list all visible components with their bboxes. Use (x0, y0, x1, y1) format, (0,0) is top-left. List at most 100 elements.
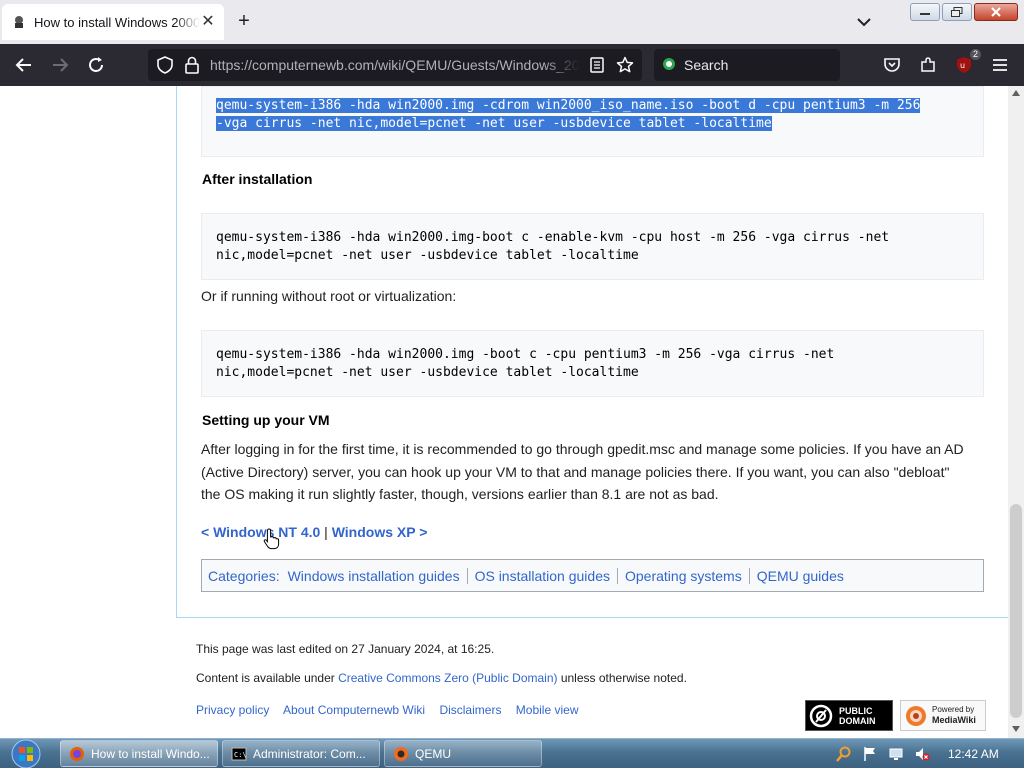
license-prefix: Content is available under (196, 671, 339, 685)
lock-icon[interactable] (184, 56, 200, 74)
about-link[interactable]: About Computernewb Wiki (283, 703, 425, 717)
start-button[interactable] (4, 739, 48, 768)
puzzle-icon (921, 57, 935, 72)
license-link[interactable]: Creative Commons Zero (Public Domain) (338, 671, 557, 685)
install-command-line-2[interactable]: -vga cirrus -net nic,model=pcnet -net us… (216, 116, 772, 131)
window-controls (910, 3, 1018, 21)
category-separator (466, 567, 468, 584)
taskbar-firefox-label: How to install Windo... (91, 746, 210, 761)
install-command-codeblock[interactable]: qemu-system-i386 -hda win2000.img -cdrom… (201, 86, 984, 157)
taskbar-firefox[interactable]: How to install Windo... (60, 740, 218, 767)
volume-muted-icon[interactable] (914, 746, 930, 762)
search-bar[interactable]: Search (654, 49, 840, 81)
nav-separator: | (324, 524, 328, 540)
reload-icon (89, 57, 103, 72)
public-domain-icon (809, 704, 833, 727)
url-text[interactable]: https://computernewb.com/wiki/QEMU/Guest… (210, 57, 580, 73)
forward-button[interactable] (49, 54, 71, 76)
minimize-icon (920, 13, 930, 15)
category-separator (617, 567, 618, 584)
categories-label[interactable]: Categories: (208, 568, 280, 584)
pocket-icon (884, 58, 900, 72)
menu-button[interactable] (989, 54, 1011, 76)
badge-mw-line-1: Powered by (932, 705, 975, 714)
bookmark-star-icon[interactable] (616, 56, 634, 74)
license-suffix: unless otherwise noted. (557, 671, 687, 685)
category-link[interactable]: Windows installation guides (288, 568, 460, 584)
after-installation-heading: After installation (202, 171, 313, 187)
badge-pd-line-2: DOMAIN (839, 715, 876, 726)
search-tray-icon[interactable] (836, 746, 852, 762)
setup-paragraph-line-2: (Active Directory) server, you can hook … (201, 463, 950, 480)
ublock-shield-icon: u (957, 57, 971, 73)
restore-button[interactable] (942, 3, 972, 21)
taskbar-clock[interactable]: 12:42 AM (948, 747, 999, 761)
tab-active[interactable]: How to install Windows 2000 in QEMU ✕ (2, 4, 224, 40)
disclaimers-link[interactable]: Disclaimers (439, 703, 501, 717)
vertical-scrollbar[interactable] (1008, 86, 1024, 738)
tab-list-chevron-icon[interactable] (854, 12, 874, 32)
no-root-command-codeblock[interactable]: qemu-system-i386 -hda win2000.img -boot … (201, 330, 984, 397)
system-tray (836, 739, 930, 768)
setup-paragraph-line-1: After logging in for the first time, it … (201, 441, 964, 457)
url-bar[interactable]: https://computernewb.com/wiki/QEMU/Guest… (148, 49, 642, 81)
hand-cursor-icon (263, 528, 280, 550)
minimize-button[interactable] (910, 3, 940, 21)
tab-close-icon[interactable]: ✕ (200, 14, 216, 30)
command-prompt-icon: C:\ (231, 747, 247, 760)
category-separator (748, 567, 750, 584)
kvm-command-codeblock[interactable]: qemu-system-i386 -hda win2000.img-boot c… (201, 213, 984, 280)
ublock-extension-button[interactable]: u 2 (953, 49, 981, 76)
install-command-line-1[interactable]: qemu-system-i386 -hda win2000.img -cdrom… (216, 98, 921, 113)
pocket-button[interactable] (881, 54, 903, 76)
extensions-button[interactable] (917, 54, 939, 76)
footer-links: Privacy policy About Computernewb Wiki D… (196, 703, 590, 717)
badge-mw-line-2: MediaWiki (932, 715, 976, 725)
article-content: qemu-system-i386 -hda win2000.img -cdrom… (176, 86, 1008, 618)
windows-taskbar: How to install Windo... C:\ Administrato… (0, 738, 1024, 768)
noroot-command-line-1: qemu-system-i386 -hda win2000.img -boot … (216, 347, 835, 362)
license-text: Content is available under Creative Comm… (196, 671, 687, 685)
back-button[interactable] (13, 54, 35, 76)
last-edited-text: This page was last edited on 27 January … (196, 642, 495, 656)
scroll-down-arrow-icon[interactable] (1012, 726, 1020, 732)
privacy-policy-link[interactable]: Privacy policy (196, 703, 269, 717)
next-guide-link[interactable]: Windows XP > (332, 524, 428, 540)
category-link[interactable]: QEMU guides (757, 568, 844, 584)
action-center-flag-icon[interactable] (862, 746, 878, 762)
prev-guide-link[interactable]: < Windows NT 4.0 (201, 524, 320, 540)
firefox-icon (70, 746, 84, 761)
close-window-button[interactable] (974, 3, 1018, 21)
scroll-up-arrow-icon[interactable] (1012, 90, 1020, 96)
kvm-command-line-2: nic,model=pcnet -net user -usbdevice tab… (216, 248, 639, 263)
kvm-command-line-1: qemu-system-i386 -hda win2000.img-boot c… (216, 230, 890, 245)
new-tab-button[interactable]: + (234, 11, 254, 32)
taskbar-command-prompt[interactable]: C:\ Administrator: Com... (222, 740, 380, 767)
setting-up-vm-heading: Setting up your VM (202, 412, 330, 428)
windows-start-orb-icon (11, 739, 41, 768)
network-icon[interactable] (888, 746, 904, 762)
hamburger-menu-icon (993, 59, 1007, 71)
powered-by-mediawiki-badge[interactable]: Powered by MediaWiki (900, 700, 986, 731)
category-links: Categories: Windows installation guides … (201, 559, 984, 592)
guide-navigation: < Windows NT 4.0 | Windows XP > (201, 524, 427, 540)
reader-view-icon[interactable] (590, 57, 604, 73)
category-link[interactable]: Operating systems (625, 568, 742, 584)
public-domain-badge[interactable]: PUBLIC DOMAIN (805, 700, 893, 731)
extension-badge: 2 (969, 49, 981, 60)
taskbar-qemu[interactable]: QEMU (384, 740, 542, 767)
setup-paragraph: After logging in for the first time, it … (201, 438, 991, 506)
tracking-protection-shield-icon[interactable] (156, 56, 174, 74)
reload-button[interactable] (85, 54, 107, 76)
navigation-toolbar: https://computernewb.com/wiki/QEMU/Guest… (0, 44, 1024, 86)
mobile-view-link[interactable]: Mobile view (516, 703, 579, 717)
forward-arrow-icon (53, 58, 69, 72)
search-engine-icon (663, 58, 675, 70)
noroot-command-line-2: nic,model=pcnet -net user -usbdevice tab… (216, 365, 639, 380)
tab-title: How to install Windows 2000 in QEMU (34, 14, 200, 30)
category-link[interactable]: OS installation guides (475, 568, 610, 584)
taskbar-command-prompt-label: Administrator: Com... (253, 746, 366, 761)
scrollbar-thumb[interactable] (1010, 504, 1022, 718)
mediawiki-sunflower-icon (906, 705, 926, 726)
search-input[interactable]: Search (684, 57, 728, 73)
